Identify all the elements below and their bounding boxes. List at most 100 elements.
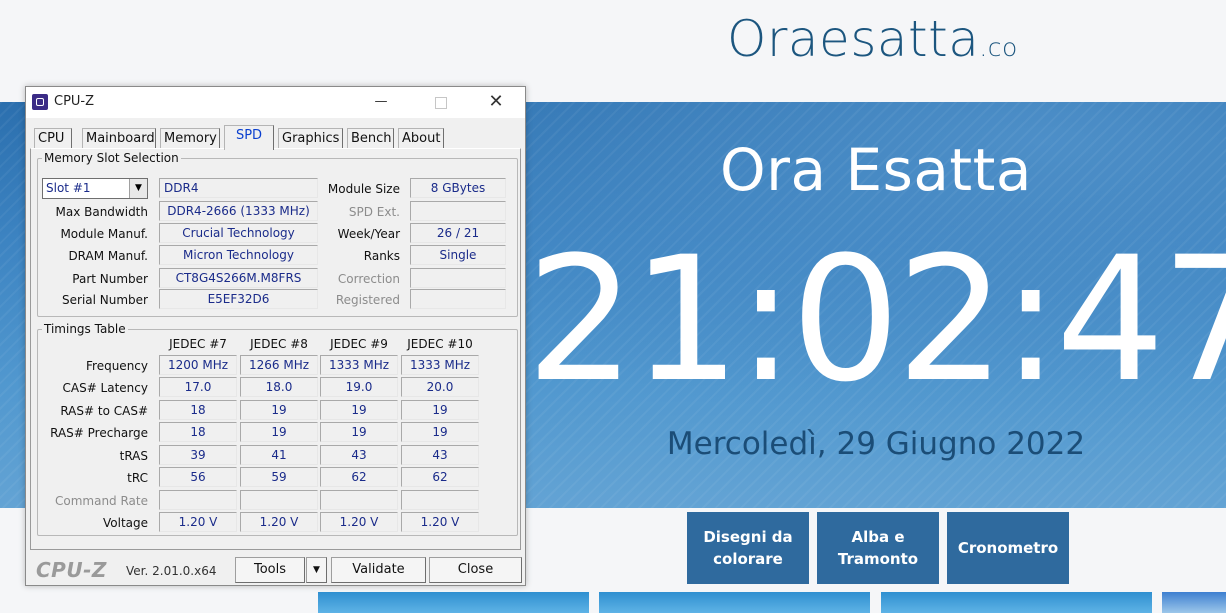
thumbnail-image[interactable] xyxy=(599,592,870,613)
tab-graphics[interactable]: Graphics xyxy=(278,128,343,149)
tab-spd[interactable]: SPD xyxy=(224,125,274,150)
chevron-down-icon[interactable]: ▼ xyxy=(306,557,327,583)
slot-dropdown[interactable]: Slot #1 ▼ xyxy=(42,178,148,199)
timing-cell: 19 xyxy=(240,422,318,442)
module-size-label: Module Size xyxy=(327,182,400,196)
column-header: JEDEC #9 xyxy=(330,337,388,351)
disegni-button[interactable]: Disegni da colorare xyxy=(687,512,809,584)
alba-line2: Tramonto xyxy=(837,550,919,568)
registered-value xyxy=(410,289,506,309)
column-header: JEDEC #8 xyxy=(250,337,308,351)
module-manuf-label: Module Manuf. xyxy=(60,227,148,241)
timing-cell: 1.20 V xyxy=(401,512,479,532)
close-button[interactable]: Close xyxy=(429,557,522,583)
timing-cell: 19 xyxy=(320,400,398,420)
timing-cell: 1.20 V xyxy=(159,512,237,532)
timing-cell: 18.0 xyxy=(240,377,318,397)
bottom-bar: CPU-Z Ver. 2.01.0.x64 Tools ▼ Validate C… xyxy=(26,553,525,586)
tab-bench[interactable]: Bench xyxy=(347,128,394,149)
timing-cell xyxy=(159,490,237,510)
max-bandwidth-value: DDR4-2666 (1333 MHz) xyxy=(159,201,318,221)
row-label: tRAS xyxy=(119,449,148,463)
column-header: JEDEC #7 xyxy=(169,337,227,351)
timing-cell: 20.0 xyxy=(401,377,479,397)
tab-about[interactable]: About xyxy=(398,128,444,149)
validate-button[interactable]: Validate xyxy=(331,557,426,583)
timing-cell xyxy=(320,490,398,510)
ranks-label: Ranks xyxy=(363,249,400,263)
window-title: CPU-Z xyxy=(54,94,95,109)
timing-cell xyxy=(401,490,479,510)
timing-cell: 43 xyxy=(401,445,479,465)
dram-manuf-value: Micron Technology xyxy=(159,245,318,265)
disegni-line2: colorare xyxy=(713,550,783,568)
spd-ext-label: SPD Ext. xyxy=(348,205,400,219)
timing-cell: 56 xyxy=(159,467,237,487)
timing-cell: 1266 MHz xyxy=(240,355,318,375)
timing-cell: 19 xyxy=(320,422,398,442)
cpuz-window: CPU-Z — ✕ CPU Mainboard Memory SPD Graph… xyxy=(25,86,526,586)
slot-group-label: Memory Slot Selection xyxy=(42,151,181,165)
minimize-icon[interactable]: — xyxy=(366,90,396,114)
serial-number-label: Serial Number xyxy=(62,293,148,307)
tools-button[interactable]: Tools xyxy=(235,557,305,583)
tab-memory[interactable]: Memory xyxy=(160,128,220,149)
correction-label: Correction xyxy=(337,272,400,286)
timing-cell: 41 xyxy=(240,445,318,465)
timing-cell: 62 xyxy=(401,467,479,487)
logo-tld: .co xyxy=(979,33,1018,62)
row-label: Command Rate xyxy=(54,494,148,508)
spd-panel: Memory Slot Selection Slot #1 ▼ DDR4 Mod… xyxy=(30,148,521,550)
timing-cell: 19 xyxy=(401,422,479,442)
week-year-label: Week/Year xyxy=(337,227,400,241)
row-label: tRC xyxy=(127,471,148,485)
timing-cell: 19 xyxy=(240,400,318,420)
module-manuf-value: Crucial Technology xyxy=(159,223,318,243)
memory-type-value: DDR4 xyxy=(159,178,318,198)
close-icon[interactable]: ✕ xyxy=(481,90,511,114)
slot-selected-value: Slot #1 xyxy=(46,181,91,195)
row-label: CAS# Latency xyxy=(62,381,148,395)
window-titlebar[interactable]: CPU-Z — ✕ xyxy=(26,87,525,118)
timing-cell: 19.0 xyxy=(320,377,398,397)
module-size-value: 8 GBytes xyxy=(410,178,506,198)
logo-main: Oraesatta xyxy=(727,10,980,68)
timings-table: Timings Table JEDEC #7 JEDEC #8 JEDEC #9… xyxy=(37,322,518,536)
week-year-value: 26 / 21 xyxy=(410,223,506,243)
spd-ext-value xyxy=(410,201,506,221)
timing-cell: 39 xyxy=(159,445,237,465)
part-number-label: Part Number xyxy=(72,272,148,286)
version-text: Ver. 2.01.0.x64 xyxy=(126,564,217,578)
thumbnail-image[interactable] xyxy=(318,592,589,613)
thumbnail-image[interactable] xyxy=(1162,592,1226,613)
row-label: RAS# to CAS# xyxy=(60,404,148,418)
clock-time: 21:02:47 xyxy=(526,219,1226,420)
timing-cell: 43 xyxy=(320,445,398,465)
timing-cell: 17.0 xyxy=(159,377,237,397)
timing-cell: 19 xyxy=(401,400,479,420)
serial-number-value: E5EF32D6 xyxy=(159,289,318,309)
dram-manuf-label: DRAM Manuf. xyxy=(68,249,148,263)
timing-cell: 1200 MHz xyxy=(159,355,237,375)
timing-cell: 1.20 V xyxy=(320,512,398,532)
timing-cell: 1333 MHz xyxy=(320,355,398,375)
chevron-down-icon[interactable]: ▼ xyxy=(129,179,147,198)
thumbnail-image[interactable] xyxy=(881,592,1152,613)
cpuz-brand: CPU-Z xyxy=(36,558,107,582)
ranks-value: Single xyxy=(410,245,506,265)
memory-slot-group: Memory Slot Selection Slot #1 ▼ DDR4 Mod… xyxy=(37,151,518,317)
timing-cell: 1.20 V xyxy=(240,512,318,532)
tab-mainboard[interactable]: Mainboard xyxy=(82,128,156,149)
timing-cell: 59 xyxy=(240,467,318,487)
tab-cpu[interactable]: CPU xyxy=(34,128,72,149)
cronometro-button[interactable]: Cronometro xyxy=(947,512,1069,584)
row-label: RAS# Precharge xyxy=(50,426,148,440)
row-label: Voltage xyxy=(102,516,148,530)
timing-cell: 62 xyxy=(320,467,398,487)
timing-cell: 18 xyxy=(159,422,237,442)
hero-title: Ora Esatta xyxy=(720,136,1032,204)
row-label: Frequency xyxy=(86,359,148,373)
site-logo[interactable]: Oraesatta.co xyxy=(727,10,1018,68)
part-number-value: CT8G4S266M.M8FRS xyxy=(159,268,318,288)
alba-tramonto-button[interactable]: Alba e Tramonto xyxy=(817,512,939,584)
